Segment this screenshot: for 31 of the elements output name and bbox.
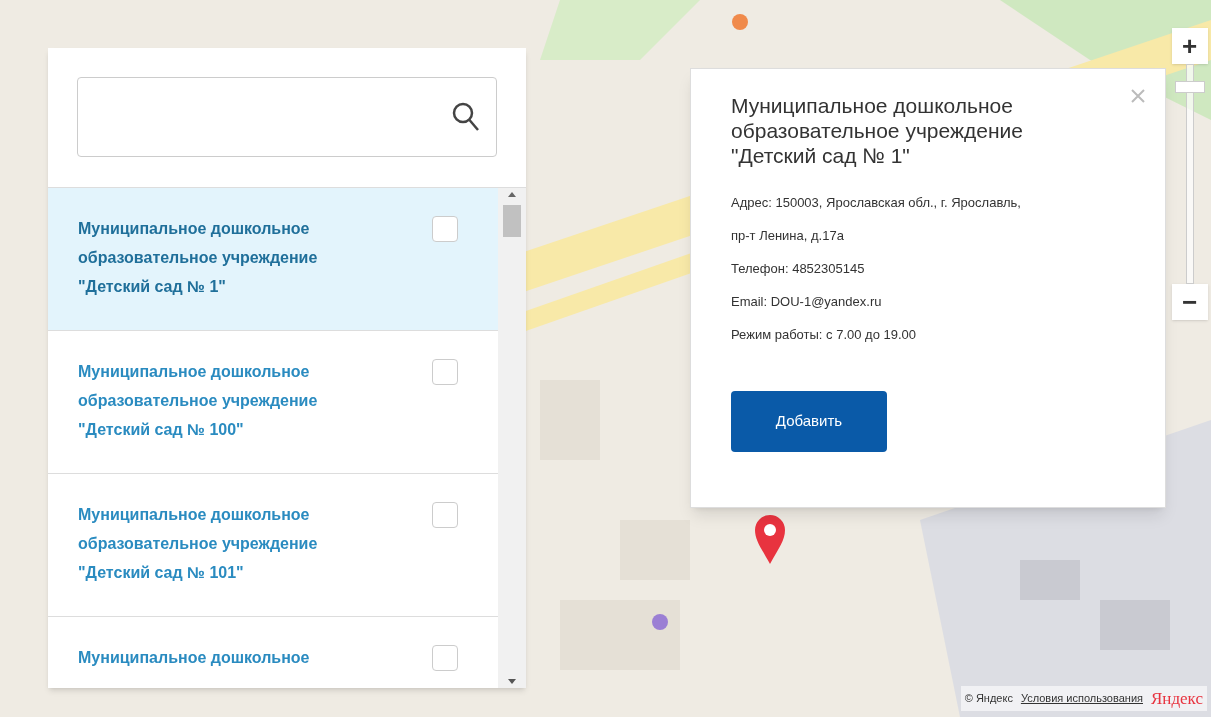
checkbox[interactable] (432, 645, 458, 671)
search-field[interactable] (77, 77, 497, 157)
list-item[interactable]: Муниципальное дошкольное образовательное учреждение "Детский сад № 101" (48, 474, 498, 617)
school-name: Муниципальное дошкольное образовательное учреждение "Детский сад № 1" (78, 219, 319, 297)
yandex-logo: Яндекс (1151, 687, 1203, 710)
info-line: Адрес: 150003, Ярославская обл., г. Ярославль, пр-т Ленина, д.17а (731, 194, 1022, 245)
info-line: Телефон: 4852305145 (731, 260, 866, 278)
copyright-text: © Яндекс (964, 691, 1013, 706)
list-item[interactable]: Муниципальное дошкольное (48, 617, 498, 688)
map-pin-icon[interactable] (753, 514, 787, 566)
info-line: Режим работы: с 7.00 до 19.00 (731, 326, 918, 344)
info-line: Email: DOU-1@yandex.ru (731, 293, 883, 311)
add-button[interactable]: Добавить (731, 391, 887, 452)
search-icon[interactable] (452, 102, 480, 132)
school-name: Муниципальное дошкольное (78, 648, 311, 668)
scrollbar-thumb[interactable] (503, 205, 521, 237)
zoom-in-button[interactable]: + (1171, 28, 1208, 64)
popup-title: Муниципальное дошкольное образовательное учреждение "Детский сад № 1" (731, 93, 1024, 168)
list-item[interactable]: Муниципальное дошкольное образовательное учреждение "Детский сад № 1" (48, 188, 498, 331)
terms-link[interactable]: Условия использования (1020, 690, 1143, 707)
close-icon[interactable] (1131, 89, 1145, 103)
list-item[interactable]: Муниципальное дошкольное образовательное учреждение "Детский сад № 100" (48, 331, 498, 474)
school-name: Муниципальное дошкольное образовательное учреждение "Детский сад № 100" (78, 362, 319, 440)
scroll-up-arrow-icon[interactable] (508, 192, 516, 197)
zoom-out-button[interactable]: − (1171, 284, 1208, 320)
scrollbar[interactable] (498, 188, 526, 688)
checkbox[interactable] (432, 359, 458, 385)
school-name: Муниципальное дошкольное образовательное учреждение "Детский сад № 101" (78, 505, 319, 583)
checkbox[interactable] (432, 502, 458, 528)
scroll-down-arrow-icon[interactable] (508, 679, 516, 684)
checkbox[interactable] (432, 216, 458, 242)
